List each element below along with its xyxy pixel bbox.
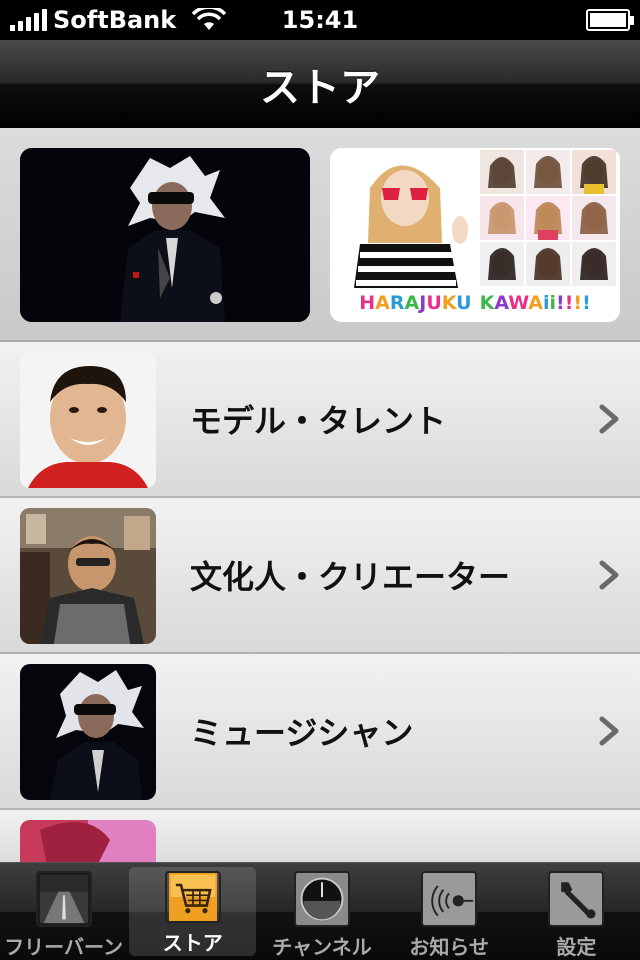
harajuku-kawaii-logo: HARAJUKU KAWAii!!!!: [359, 292, 591, 314]
tab-store[interactable]: ストア: [129, 867, 257, 956]
model-talent-thumbnail: [20, 352, 156, 488]
culture-creator-thumbnail: [20, 508, 156, 644]
category-list: モデル・タレント 文化人・クリエーター ミュージシャン: [0, 342, 640, 956]
chevron-right-icon: [599, 716, 619, 746]
dial-icon: [294, 871, 350, 927]
list-item-label: ミュージシャン: [190, 714, 414, 752]
list-item-musician[interactable]: ミュージシャン: [0, 654, 640, 810]
list-item-label: モデル・タレント: [190, 402, 447, 440]
wrench-icon: [548, 871, 605, 927]
status-bar: SoftBank 15:41: [0, 0, 640, 40]
tab-label: ストア: [162, 931, 223, 955]
broadcast-icon: [421, 871, 478, 927]
chevron-right-icon: [599, 560, 619, 590]
list-item-model-talent[interactable]: モデル・タレント: [0, 342, 640, 498]
banner-harajuku-kawaii[interactable]: HARAJUKU KAWAii!!!!: [330, 148, 620, 322]
tab-label: チャンネル: [272, 935, 372, 959]
cart-icon: [164, 871, 221, 923]
tab-free-burn[interactable]: フリーバーン: [0, 863, 127, 960]
musician-thumbnail: [20, 664, 156, 800]
chevron-right-icon: [599, 404, 619, 434]
tab-notifications[interactable]: お知らせ: [386, 863, 513, 960]
status-time: 15:41: [281, 6, 359, 34]
list-item-culture-creator[interactable]: 文化人・クリエーター: [0, 498, 640, 654]
tab-bar: フリーバーン ストア チャンネル お知らせ 設定: [0, 862, 640, 960]
list-item-label: 文化人・クリエーター: [190, 558, 511, 596]
banner-musician[interactable]: [20, 148, 310, 322]
navigation-bar: ストア: [0, 40, 640, 128]
list-item-partial[interactable]: [0, 810, 640, 956]
page-title: ストア: [260, 64, 380, 111]
tab-label: お知らせ: [409, 935, 490, 959]
battery-icon: [586, 9, 634, 31]
banner-area: HARAJUKU KAWAii!!!!: [0, 128, 640, 342]
tab-settings[interactable]: 設定: [513, 863, 640, 960]
tab-label: フリーバーン: [4, 935, 123, 959]
tab-label: 設定: [556, 935, 597, 959]
musician-photo: [20, 148, 310, 322]
road-icon: [35, 871, 92, 927]
tab-channel[interactable]: チャンネル: [258, 863, 385, 960]
